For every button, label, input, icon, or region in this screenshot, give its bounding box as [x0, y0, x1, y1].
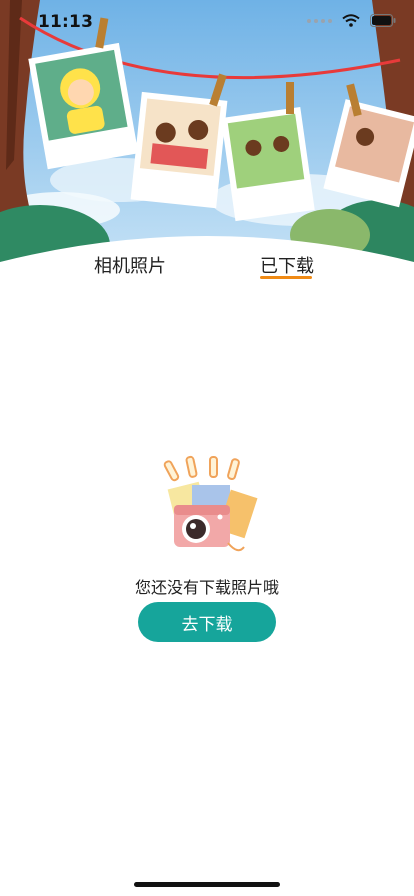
status-icons: [307, 14, 396, 27]
tab-camera-photos[interactable]: 相机照片: [94, 252, 166, 278]
tab-active-indicator: [260, 276, 312, 279]
wifi-icon: [342, 14, 360, 27]
status-bar: 11:13: [0, 0, 414, 44]
signal-dots-icon: [307, 18, 332, 23]
status-time: 11:13: [38, 12, 94, 32]
empty-state-message: 您还没有下载照片哦: [134, 578, 279, 597]
battery-icon: [370, 14, 396, 27]
tab-downloaded[interactable]: 已下载: [260, 252, 314, 278]
tab-bar: 相机照片 已下载: [0, 246, 414, 292]
home-indicator: [134, 882, 280, 887]
go-download-button[interactable]: 去下载: [138, 602, 276, 642]
empty-camera-icon: [158, 455, 258, 560]
